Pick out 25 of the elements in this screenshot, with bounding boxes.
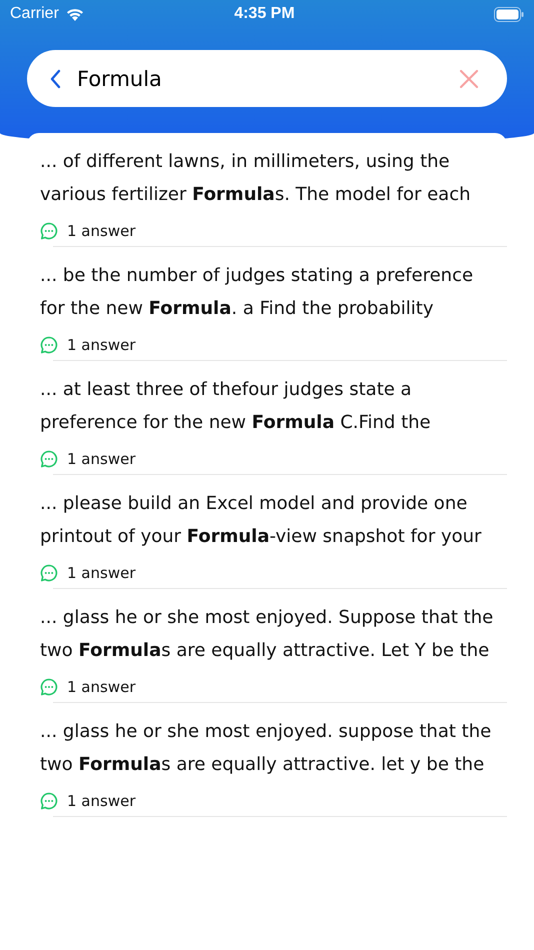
result-snippet[interactable]: ... glass he or she most enjoyed. Suppose that the two Formulas are equally attractive. Let Y be the	[40, 601, 507, 667]
chat-bubble-icon	[40, 222, 58, 240]
result-snippet[interactable]: ... at least three of thefour judges state a preference for the new Formula C.Find the	[40, 373, 507, 439]
chat-bubble-icon	[40, 564, 58, 582]
chat-bubble-icon	[40, 678, 58, 696]
search-field[interactable]: Formula	[27, 50, 507, 107]
answer-count: 1 answer	[67, 336, 136, 354]
result-snippet[interactable]: ... glass he or she most enjoyed. suppose that the two Formulas are equally attractive. let y be the	[40, 715, 507, 781]
answer-count: 1 answer	[67, 450, 136, 468]
chat-bubble-icon	[40, 792, 58, 810]
result-snippet[interactable]: ... please build an Excel model and provide one printout of your Formula-view snapshot for your	[40, 487, 507, 553]
answer-count: 1 answer	[67, 792, 136, 810]
clock-time: 4:35 PM	[233, 5, 296, 23]
result-snippet[interactable]: ... of different lawns, in millimeters, using the various fertilizer Formulas. The model for each	[40, 145, 507, 211]
answer-count: 1 answer	[67, 678, 136, 696]
carrier-label: Carrier	[10, 5, 59, 23]
answer-count: 1 answer	[67, 222, 136, 240]
chat-bubble-icon	[40, 450, 58, 468]
battery-icon	[494, 6, 524, 22]
search-input[interactable]: Formula	[77, 66, 459, 90]
back-icon[interactable]	[49, 68, 61, 88]
result-snippet[interactable]: ... be the number of judges stating a preference for the new Formula. a Find the probability	[40, 259, 507, 325]
answer-count: 1 answer	[67, 564, 136, 582]
chat-bubble-icon	[40, 336, 58, 354]
wifi-icon	[64, 6, 85, 22]
